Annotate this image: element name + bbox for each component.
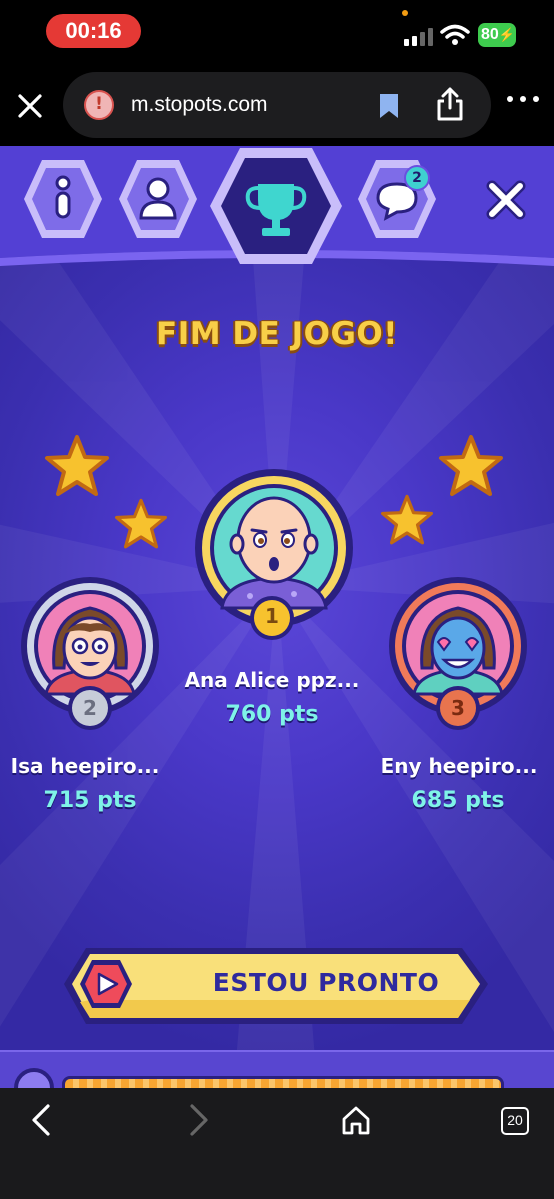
second-place-rank: 2 <box>83 696 97 720</box>
status-bar: 00:16 80⚡ <box>0 0 554 64</box>
star-icon <box>381 494 433 545</box>
ready-button-label: ESTOU PRONTO <box>212 968 440 997</box>
address-bar[interactable]: ! m.stopots.com <box>63 72 491 138</box>
back-icon[interactable] <box>28 1102 54 1138</box>
home-icon[interactable] <box>340 1104 372 1136</box>
players-tab[interactable] <box>117 156 199 242</box>
trophy-tab[interactable] <box>208 146 344 266</box>
url-text[interactable]: m.stopots.com <box>131 90 268 120</box>
close-tab-icon[interactable] <box>14 90 46 122</box>
clock-icon <box>14 1068 54 1088</box>
insecure-warning-icon[interactable]: ! <box>84 90 114 120</box>
forward-icon[interactable] <box>186 1102 212 1138</box>
cellular-signal-icon <box>404 26 434 46</box>
first-place-name: Ana Alice ppz... <box>184 668 360 692</box>
game-screen: 2 FIM DE JOGO! 1 Ana Alice ppz... 760 pt… <box>0 146 554 1088</box>
second-place-name: Isa heepiro... <box>10 754 160 778</box>
third-place-rank: 3 <box>451 696 465 720</box>
wifi-icon <box>440 24 470 45</box>
battery-level: 80 <box>481 26 499 43</box>
browser-bottom-toolbar: 20 <box>0 1088 554 1199</box>
ready-button[interactable]: ESTOU PRONTO <box>62 944 490 1028</box>
first-place-avatar <box>195 469 353 640</box>
info-tab[interactable] <box>22 156 104 242</box>
round-timer <box>0 1050 554 1088</box>
star-icon <box>115 498 167 549</box>
close-game-icon[interactable] <box>484 178 528 222</box>
game-over-title: FIM DE JOGO! <box>156 316 398 352</box>
first-place-rank: 1 <box>265 604 279 628</box>
browser-toolbar: ! m.stopots.com <box>0 64 554 146</box>
play-icon <box>80 960 132 1008</box>
more-options-icon[interactable] <box>507 94 541 104</box>
chat-badge: 2 <box>404 165 430 191</box>
first-place-points: 760 pts <box>225 702 319 727</box>
star-icon <box>439 435 503 496</box>
battery-indicator: 80⚡ <box>478 23 516 47</box>
third-place-name: Eny heepiro... <box>380 754 538 778</box>
timer-progress-bar <box>62 1076 504 1088</box>
star-icon <box>45 435 109 496</box>
privacy-indicator-dot <box>402 10 408 16</box>
bookmark-icon[interactable] <box>378 92 400 120</box>
third-place-points: 685 pts <box>411 788 505 813</box>
second-place-points: 715 pts <box>43 788 137 813</box>
share-icon[interactable] <box>435 86 465 122</box>
tabs-button[interactable]: 20 <box>501 1107 529 1135</box>
status-time: 00:16 <box>46 14 141 48</box>
